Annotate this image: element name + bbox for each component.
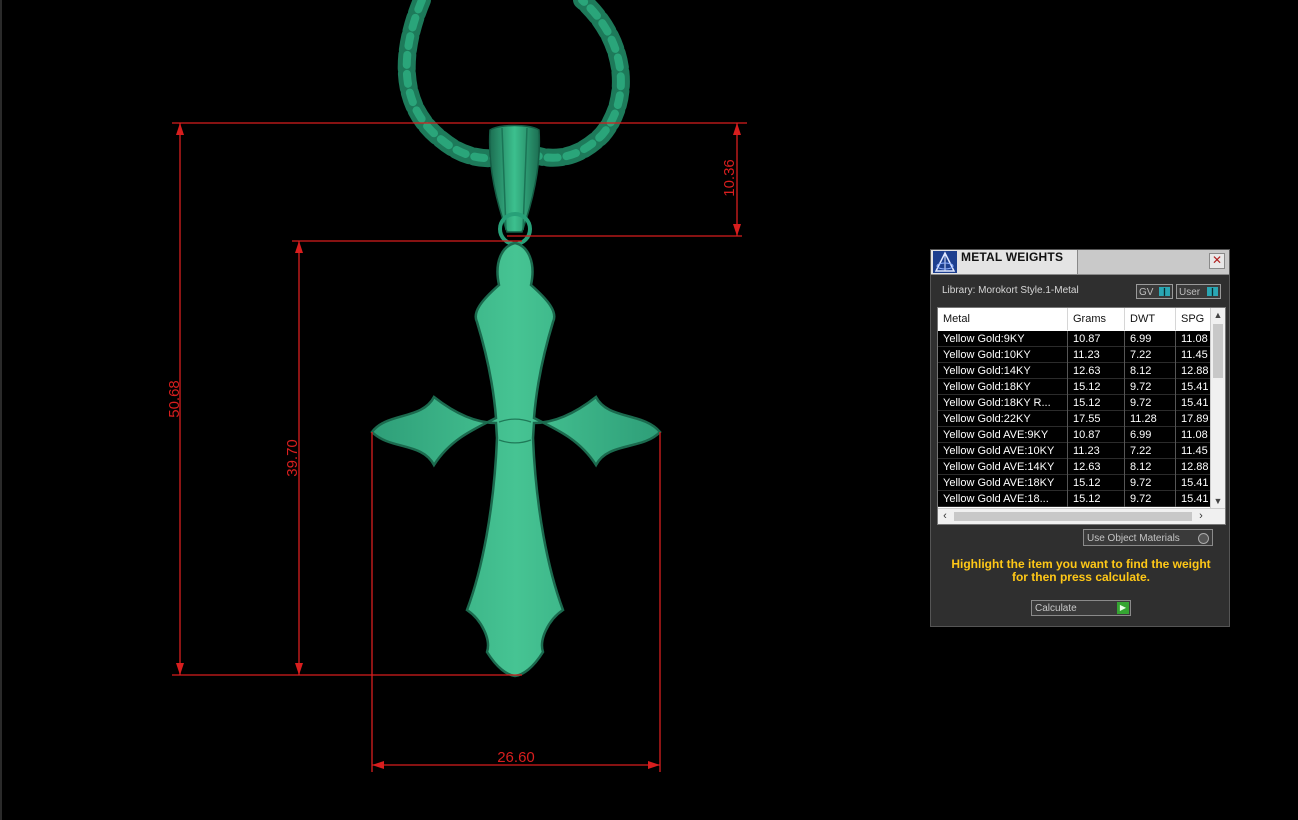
table-row[interactable]: Yellow Gold AVE:18KY 15.12 9.72 15.41: [938, 475, 1212, 491]
dimension-arrows: [176, 123, 741, 769]
grams-cell: 15.12: [1068, 395, 1125, 411]
panel-title: METAL WEIGHTS: [961, 250, 1064, 264]
table-row[interactable]: Yellow Gold:18KY 15.12 9.72 15.41: [938, 379, 1212, 395]
grams-cell: 10.87: [1068, 331, 1125, 347]
metal-cell: Yellow Gold:9KY: [938, 331, 1068, 347]
metal-cell: Yellow Gold:18KY R...: [938, 395, 1068, 411]
grams-cell: 12.63: [1068, 363, 1125, 379]
table-body: Yellow Gold:9KY 10.87 6.99 11.08 Yellow Gold…: [938, 331, 1212, 507]
grams-cell: 15.12: [1068, 475, 1125, 491]
gv-toggle[interactable]: GV ❙: [1136, 284, 1173, 299]
metal-cell: Yellow Gold:22KY: [938, 411, 1068, 427]
spg-cell: 12.88: [1176, 363, 1212, 379]
instruction-text: Highlight the item you want to find the …: [951, 557, 1211, 584]
table-row[interactable]: Yellow Gold:14KY 12.63 8.12 12.88: [938, 363, 1212, 379]
close-button[interactable]: ✕: [1209, 253, 1225, 269]
spg-cell: 11.45: [1176, 347, 1212, 363]
table-row[interactable]: Yellow Gold:18KY R... 15.12 9.72 15.41: [938, 395, 1212, 411]
column-header-grams[interactable]: Grams: [1068, 308, 1125, 330]
table-row[interactable]: Yellow Gold AVE:18... 15.12 9.72 15.41: [938, 491, 1212, 507]
horizontal-scrollbar[interactable]: ‹ ›: [938, 508, 1225, 524]
spg-cell: 11.45: [1176, 443, 1212, 459]
dwt-cell: 9.72: [1125, 379, 1176, 395]
metal-cell: Yellow Gold AVE:14KY: [938, 459, 1068, 475]
bail-height-label: 10.36: [721, 159, 738, 197]
table-row[interactable]: Yellow Gold:9KY 10.87 6.99 11.08: [938, 331, 1212, 347]
dwt-cell: 8.12: [1125, 363, 1176, 379]
dwt-cell: 7.22: [1125, 443, 1176, 459]
table-row[interactable]: Yellow Gold:10KY 11.23 7.22 11.45: [938, 347, 1212, 363]
metal-cell: Yellow Gold:14KY: [938, 363, 1068, 379]
grams-cell: 11.23: [1068, 443, 1125, 459]
user-toggle[interactable]: User ❙: [1176, 284, 1221, 299]
cross-width-label: 26.60: [497, 749, 535, 766]
grams-cell: 15.12: [1068, 379, 1125, 395]
column-header-spg[interactable]: SPG: [1176, 308, 1212, 330]
dwt-cell: 9.72: [1125, 395, 1176, 411]
panel-titlebar[interactable]: METAL WEIGHTS ✕: [931, 250, 1229, 275]
grams-cell: 11.23: [1068, 347, 1125, 363]
radio-icon[interactable]: [1198, 533, 1209, 544]
dwt-cell: 6.99: [1125, 427, 1176, 443]
spg-cell: 17.89: [1176, 411, 1212, 427]
metal-cell: Yellow Gold:18KY: [938, 379, 1068, 395]
dimension-lines: [172, 122, 747, 772]
vertical-scrollbar[interactable]: ▲ ▼: [1210, 308, 1225, 508]
spg-cell: 15.41: [1176, 379, 1212, 395]
calculate-button[interactable]: Calculate ▶: [1031, 600, 1131, 616]
dwt-cell: 6.99: [1125, 331, 1176, 347]
metal-cell: Yellow Gold AVE:18KY: [938, 475, 1068, 491]
spg-cell: 15.41: [1176, 395, 1212, 411]
bail: [488, 124, 541, 246]
table-row[interactable]: Yellow Gold AVE:10KY 11.23 7.22 11.45: [938, 443, 1212, 459]
table-row[interactable]: Yellow Gold:22KY 17.55 11.28 17.89: [938, 411, 1212, 427]
library-label: Library: Morokort Style.1-Metal: [942, 285, 1079, 296]
metal-cell: Yellow Gold AVE:10KY: [938, 443, 1068, 459]
spg-cell: 11.08: [1176, 331, 1212, 347]
spg-cell: 15.41: [1176, 475, 1212, 491]
scroll-right-icon[interactable]: ›: [1194, 509, 1208, 524]
dwt-cell: 9.72: [1125, 491, 1176, 507]
panel-title-tab: METAL WEIGHTS: [931, 250, 1078, 274]
table-row[interactable]: Yellow Gold AVE:14KY 12.63 8.12 12.88: [938, 459, 1212, 475]
metal-weights-panel: METAL WEIGHTS ✕ Library: Morokort Style.…: [930, 249, 1230, 627]
scroll-down-icon[interactable]: ▼: [1211, 494, 1225, 508]
use-object-materials-toggle[interactable]: Use Object Materials: [1083, 529, 1213, 546]
use-object-materials-label: Use Object Materials: [1087, 533, 1180, 544]
grams-cell: 12.63: [1068, 459, 1125, 475]
gv-toggle-label: GV: [1139, 287, 1154, 298]
spg-cell: 11.08: [1176, 427, 1212, 443]
cross-height-label: 39.70: [284, 439, 301, 477]
app-logo-icon: [933, 251, 957, 273]
dwt-cell: 11.28: [1125, 411, 1176, 427]
grams-cell: 10.87: [1068, 427, 1125, 443]
spg-cell: 15.41: [1176, 491, 1212, 507]
column-header-metal[interactable]: Metal: [938, 308, 1068, 330]
close-icon: ✕: [1211, 253, 1223, 267]
metal-cell: Yellow Gold:10KY: [938, 347, 1068, 363]
column-header-dwt[interactable]: DWT: [1125, 308, 1176, 330]
play-icon: ▶: [1117, 602, 1129, 614]
table-row[interactable]: Yellow Gold AVE:9KY 10.87 6.99 11.08: [938, 427, 1212, 443]
dwt-cell: 9.72: [1125, 475, 1176, 491]
dwt-cell: 7.22: [1125, 347, 1176, 363]
scroll-up-icon[interactable]: ▲: [1211, 308, 1225, 322]
horizontal-scroll-thumb[interactable]: [954, 512, 1192, 521]
metal-cell: Yellow Gold AVE:18...: [938, 491, 1068, 507]
grams-cell: 15.12: [1068, 491, 1125, 507]
cross-pendant: [370, 241, 662, 678]
gv-toggle-icon: ❙: [1159, 287, 1170, 296]
table-header: Metal Grams DWT SPG: [938, 308, 1210, 330]
user-toggle-icon: ❙: [1207, 287, 1218, 296]
calculate-label: Calculate: [1035, 603, 1077, 614]
metal-cell: Yellow Gold AVE:9KY: [938, 427, 1068, 443]
user-toggle-label: User: [1179, 287, 1201, 298]
grams-cell: 17.55: [1068, 411, 1125, 427]
vertical-scroll-thumb[interactable]: [1213, 324, 1223, 378]
dwt-cell: 8.12: [1125, 459, 1176, 475]
spg-cell: 12.88: [1176, 459, 1212, 475]
scroll-left-icon[interactable]: ‹: [938, 509, 952, 524]
total-height-label: 50.68: [166, 380, 183, 418]
metal-table[interactable]: Metal Grams DWT SPG Yellow Gold:9KY 10.87…: [937, 307, 1226, 525]
